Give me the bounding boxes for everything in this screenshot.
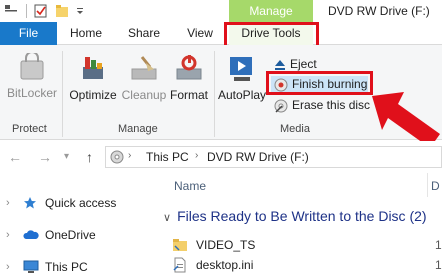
- cleanup-icon: [131, 56, 157, 80]
- drive-icon: [110, 150, 124, 164]
- app-menu-icon[interactable]: [4, 4, 18, 18]
- optimize-icon: [83, 57, 103, 79]
- properties-icon[interactable]: [34, 4, 48, 18]
- file-date: 16: [435, 258, 442, 272]
- navigation-pane: › Quick access › OneDrive › This PC: [0, 173, 155, 280]
- window-title: DVD RW Drive (F:): [328, 4, 430, 18]
- manage-context-label: Manage: [229, 0, 313, 22]
- eject-label: Eject: [290, 57, 317, 71]
- group-manage-label: Manage: [118, 123, 158, 135]
- collapse-chevron-icon[interactable]: ∨: [163, 212, 171, 224]
- customize-toolbar-icon[interactable]: [75, 4, 85, 18]
- file-date: 16: [435, 238, 442, 252]
- erase-disc-button[interactable]: Erase this disc: [274, 96, 370, 114]
- new-folder-icon[interactable]: [55, 4, 69, 18]
- nav-item-label: This PC: [45, 260, 88, 274]
- group-separator: [62, 51, 63, 137]
- bitlocker-icon: [20, 51, 44, 80]
- nav-item-this-pc[interactable]: › This PC: [0, 257, 155, 277]
- nav-item-quick-access[interactable]: › Quick access: [0, 193, 155, 213]
- cleanup-label: Cleanup: [121, 88, 167, 102]
- chevron-right-icon[interactable]: ›: [6, 257, 10, 277]
- recent-locations-icon[interactable]: ▾: [64, 151, 69, 162]
- bitlocker-label: BitLocker: [6, 86, 58, 100]
- column-header-name[interactable]: Name: [174, 179, 206, 193]
- erase-disc-label: Erase this disc: [292, 98, 371, 112]
- autoplay-label: AutoPlay: [218, 88, 267, 102]
- up-arrow-icon[interactable]: ↑: [86, 149, 93, 165]
- tab-share[interactable]: Share: [124, 22, 164, 45]
- format-label: Format: [169, 88, 208, 102]
- bitlocker-button[interactable]: BitLocker: [6, 51, 58, 100]
- chevron-right-icon[interactable]: ›: [6, 225, 10, 245]
- settings-file-icon: [173, 257, 186, 273]
- breadcrumb-dvd-drive[interactable]: DVD RW Drive (F:): [207, 150, 309, 164]
- cloud-icon: [23, 230, 39, 239]
- column-divider[interactable]: [427, 173, 428, 197]
- breadcrumb-separator-icon: ›: [128, 150, 132, 161]
- table-row[interactable]: desktop.ini 16: [172, 255, 442, 275]
- autoplay-button[interactable]: AutoPlay: [218, 53, 266, 102]
- format-button[interactable]: Format: [168, 53, 210, 102]
- chevron-right-icon[interactable]: ›: [6, 193, 10, 213]
- tab-home[interactable]: Home: [66, 22, 106, 45]
- autoplay-icon: [230, 57, 252, 81]
- file-list: Name D ∨ Files Ready to Be Written to the…: [155, 173, 442, 280]
- breadcrumb-separator-icon: ›: [195, 150, 199, 161]
- separator-icon: [26, 4, 27, 18]
- nav-item-label: Quick access: [45, 196, 117, 210]
- group-separator: [214, 51, 215, 137]
- file-name: VIDEO_TS: [196, 238, 256, 252]
- back-arrow-icon[interactable]: ←: [8, 149, 22, 165]
- tab-view[interactable]: View: [182, 22, 218, 45]
- address-bar[interactable]: › This PC › DVD RW Drive (F:): [105, 146, 442, 168]
- eject-icon: [275, 59, 285, 70]
- group-header-label: Files Ready to Be Written to the Disc (2…: [177, 208, 427, 224]
- table-row[interactable]: VIDEO_TS 16: [172, 235, 442, 255]
- group-media-label: Media: [280, 123, 310, 135]
- format-icon: [176, 55, 202, 80]
- optimize-label: Optimize: [69, 88, 117, 102]
- star-icon: [24, 197, 36, 209]
- computer-icon: [23, 260, 39, 273]
- ribbon-tabs: File Home Share View Drive Tools: [0, 22, 442, 45]
- title-bar: Manage DVD RW Drive (F:): [0, 0, 442, 22]
- highlight-finish-burning-box: [266, 71, 373, 95]
- optimize-button[interactable]: Optimize: [68, 53, 118, 102]
- group-header[interactable]: ∨ Files Ready to Be Written to the Disc (…: [163, 208, 427, 224]
- breadcrumb-this-pc[interactable]: This PC: [146, 150, 189, 164]
- folder-icon: [173, 239, 187, 251]
- cleanup-button[interactable]: Cleanup: [120, 53, 168, 102]
- address-row: ← → ▾ ↑ › This PC › DVD RW Drive (F:): [0, 141, 442, 173]
- tab-file[interactable]: File: [0, 22, 57, 45]
- group-protect-label: Protect: [12, 123, 47, 135]
- nav-item-label: OneDrive: [45, 228, 96, 242]
- column-header-date[interactable]: D: [431, 179, 440, 193]
- forward-arrow-icon[interactable]: →: [38, 149, 52, 165]
- nav-item-onedrive[interactable]: › OneDrive: [0, 225, 155, 245]
- erase-disc-icon: [274, 99, 288, 113]
- file-name: desktop.ini: [196, 258, 254, 272]
